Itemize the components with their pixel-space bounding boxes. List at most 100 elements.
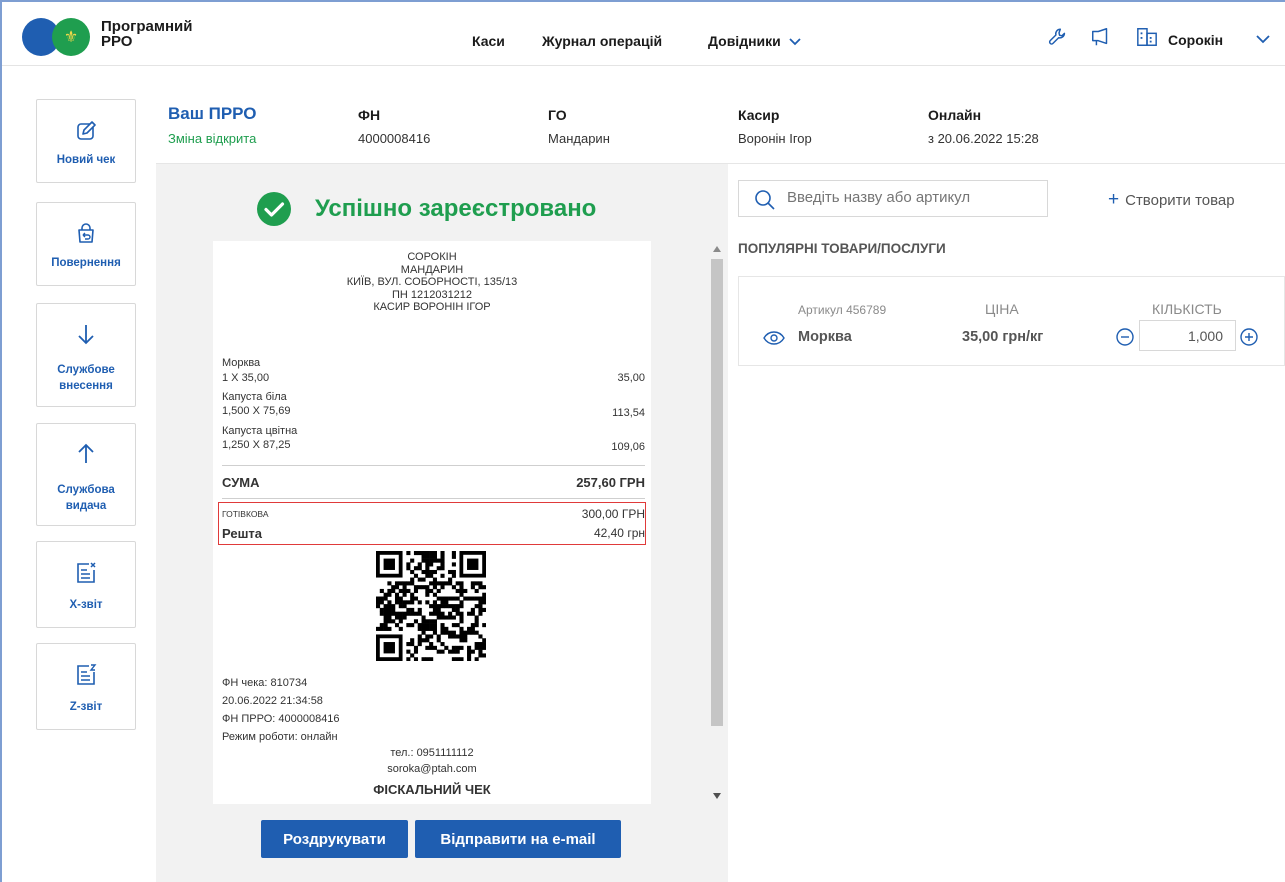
service-deposit-label-2: внесення [59,380,113,392]
fn-title: ФН [358,107,381,123]
receipt-item-sum: 109,06 [611,441,645,453]
return-button[interactable]: Повернення [36,202,136,286]
service-deposit-label-1: Службове [57,364,115,376]
receipt-datetime: 20.06.2022 21:34:58 [222,695,323,707]
user-menu-name[interactable]: Сорокін [1168,32,1223,48]
receipt-email: soroka@ptah.com [387,763,477,775]
nav-references[interactable]: Довідники [708,33,801,49]
go-title: ГО [548,107,567,123]
brand-title: Програмний РРО [101,19,192,49]
price-header: ЦІНА [985,301,1019,317]
create-product-button[interactable]: + Створити товар [1108,189,1235,211]
online-since: з 20.06.2022 15:28 [928,131,1039,146]
receipt-cash-label: ГОТІВКОВА [222,509,269,519]
megaphone-icon[interactable] [1090,26,1112,48]
receipt-mode: Режим роботи: онлайн [222,731,338,743]
scrollbar-thumb[interactable] [711,259,723,726]
top-header: ⚜ Програмний РРО Каси Журнал операцій До… [2,2,1285,66]
z-report-label: Z-звіт [69,701,103,713]
receipt-item-qty: 1 X 35,00 [222,372,270,384]
edit-icon [77,121,96,140]
receipt-check-fn: ФН чека: 810734 [222,677,308,689]
receipt-total-value: 257,60 ГРН [576,475,645,490]
receipt-item-name: Морква [222,357,261,369]
building-icon[interactable] [1136,26,1158,48]
cashier-value: Воронін Ігор [738,131,812,146]
receipt-seller: СОРОКІН [407,251,457,263]
receipt-item-sum: 35,00 [617,372,645,384]
success-check-icon [257,192,291,226]
prro-title: Ваш ПРРО [168,104,257,123]
go-value: Мандарин [548,131,610,146]
receipt-tax-id: ПН 1212031212 [391,288,473,301]
receipt-total-label: СУМА [222,475,260,490]
receipt-item-name: Капуста біла [222,391,287,403]
nav-cashboxes[interactable]: Каси [472,33,505,49]
quantity-input[interactable]: 1,000 [1139,320,1236,351]
product-card[interactable]: Артикул 456789 Морква ЦІНА 35,00 грн/кг … [738,276,1285,366]
receipt-pane: Успішно зареєстровано СОРОКІН МАНДАРИН К… [156,164,728,882]
arrow-down-icon [78,325,94,345]
x-report-icon [77,562,96,583]
product-search[interactable] [738,180,1048,217]
service-withdrawal-label-1: Службова [57,484,115,496]
receipt-prro-fn: ФН ПРРО: 4000008416 [222,713,340,725]
receipt-cash-value: 300,00 ГРН [581,507,645,521]
receipt-footer: ФН чека: 810734 20.06.2022 21:34:58 ФН П… [222,674,340,746]
online-title: Онлайн [928,107,982,123]
nav-references-label: Довідники [708,33,781,49]
fn-value: 4000008416 [358,131,431,146]
qr-code [376,551,486,661]
receipt-phone: тел.: 0951111112 [390,747,474,759]
receipt-item-name: Капуста цвітна [222,425,298,437]
product-article: Артикул 456789 [798,303,887,317]
eye-icon[interactable] [763,331,785,345]
search-input[interactable] [787,189,1037,206]
receipt-item-qty: 1,250 X 87,25 [222,439,291,451]
product-price: 35,00 грн/кг [962,329,1044,345]
send-email-button[interactable]: Відправити на e-mail [415,820,621,858]
cashier-title: Касир [738,107,780,123]
x-report-label: Х-звіт [69,599,103,611]
trident-logo-icon: ⚜ [52,18,90,56]
receipt-scrollbar[interactable] [709,241,725,804]
create-product-label: Створити товар [1125,192,1235,209]
print-button[interactable]: Роздрукувати [261,820,408,858]
service-withdrawal-button[interactable]: Службова видача [36,423,136,526]
chevron-down-icon [789,38,801,46]
receipt-change-label: Решта [222,526,263,541]
service-deposit-button[interactable]: Службове внесення [36,303,136,407]
product-name: Морква [798,329,852,345]
receipt-item-qty: 1,500 X 75,69 [222,405,291,417]
return-label: Повернення [51,257,121,269]
receipt-cashier: КАСИР ВОРОНІН ІГОР [373,301,491,313]
shift-status: Зміна відкрита [168,131,257,146]
receipt-address: КИЇВ, ВУЛ. СОБОРНОСТІ, 135/13 [346,276,518,288]
nav-operations-log[interactable]: Журнал операцій [542,33,662,49]
receipt-preview[interactable]: СОРОКІН МАНДАРИН КИЇВ, ВУЛ. СОБОРНОСТІ, … [213,241,651,804]
user-chevron-down-icon[interactable] [1256,35,1270,44]
x-report-button[interactable]: Х-звіт [36,541,136,628]
service-withdrawal-label-2: видача [65,500,107,512]
arrow-up-icon [78,443,94,463]
scroll-down-arrow-icon[interactable] [713,793,721,799]
quantity-header: КІЛЬКІСТЬ [1152,301,1222,317]
new-receipt-label: Новий чек [56,154,116,166]
scroll-up-arrow-icon[interactable] [713,246,721,252]
wrench-icon[interactable] [1047,26,1069,48]
minus-circle-icon[interactable] [1115,327,1135,347]
plus-circle-icon[interactable] [1239,327,1259,347]
receipt-shop: МАНДАРИН [400,263,464,276]
plus-icon: + [1108,189,1120,210]
return-bag-icon [78,223,94,243]
new-receipt-button[interactable]: Новий чек [36,99,136,183]
brand-line-2: РРО [101,33,133,50]
search-icon [755,190,775,210]
receipt-header: СОРОКІН МАНДАРИН КИЇВ, ВУЛ. СОБОРНОСТІ, … [213,251,651,314]
receipt-item-sum: 113,54 [612,407,645,419]
quantity-value: 1,000 [1187,328,1223,344]
receipt-divider [222,465,645,466]
brand-line-1: Програмний [101,18,193,35]
z-report-button[interactable]: Z-звіт [36,643,136,730]
receipt-divider [222,498,645,499]
